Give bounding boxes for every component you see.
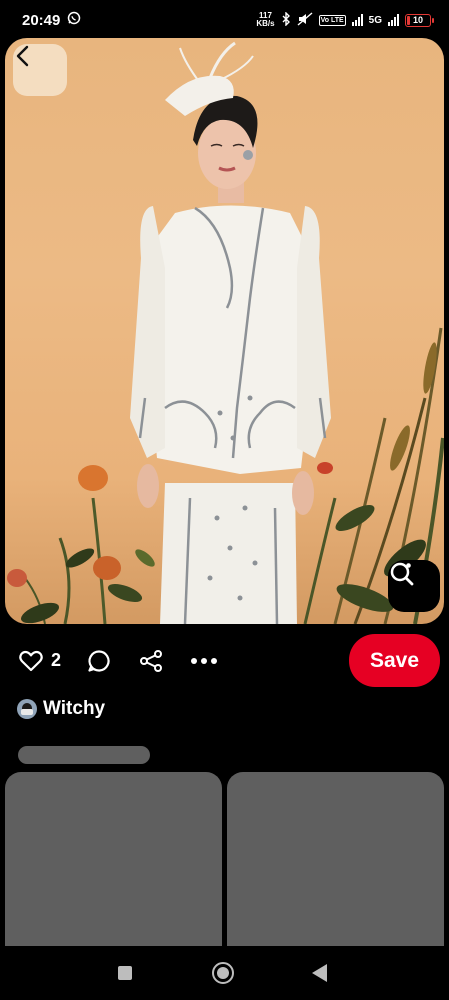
status-time: 20:49 bbox=[22, 11, 61, 29]
creator-link[interactable]: Witchy bbox=[17, 696, 105, 722]
flowers-left bbox=[7, 465, 155, 624]
more-options-button[interactable] bbox=[189, 650, 219, 672]
more-icon bbox=[191, 658, 217, 664]
volte-icon: Vo LTE bbox=[318, 14, 346, 26]
left-sleeve bbox=[130, 206, 165, 458]
loading-placeholder-card-right bbox=[227, 772, 444, 950]
back-arrow-icon bbox=[16, 45, 29, 67]
pin-photo-illustration bbox=[7, 41, 444, 624]
right-sleeve bbox=[297, 206, 331, 458]
status-bar: 20:49 117 KB/s Vo LTE 5G 10 bbox=[0, 0, 449, 40]
signal-icon bbox=[351, 14, 363, 26]
like-count: 2 bbox=[51, 650, 62, 670]
share-icon bbox=[140, 650, 162, 672]
network-type: 5G bbox=[368, 14, 382, 26]
pin-image[interactable] bbox=[5, 38, 444, 624]
silent-icon bbox=[297, 11, 313, 29]
signal-icon-2 bbox=[388, 14, 399, 26]
avatar bbox=[17, 699, 37, 719]
recents-button[interactable] bbox=[118, 966, 132, 980]
like-button[interactable] bbox=[18, 648, 44, 674]
back-button[interactable] bbox=[13, 44, 67, 96]
system-back-button[interactable] bbox=[312, 964, 327, 982]
jacket bbox=[150, 205, 310, 474]
battery-icon: 10 bbox=[405, 13, 434, 27]
home-button[interactable] bbox=[212, 962, 234, 984]
whatsapp-icon bbox=[67, 11, 81, 30]
comment-icon bbox=[88, 650, 110, 672]
loading-placeholder-title bbox=[18, 746, 150, 764]
heart-icon bbox=[19, 650, 43, 672]
visual-search-button[interactable] bbox=[388, 560, 440, 612]
visual-search-icon bbox=[390, 562, 414, 586]
bluetooth-icon bbox=[281, 10, 291, 29]
save-button[interactable]: Save bbox=[349, 634, 440, 687]
loading-placeholder-card-left bbox=[5, 772, 222, 950]
home-icon bbox=[217, 967, 229, 979]
network-speed: 117 KB/s bbox=[256, 11, 275, 28]
share-button[interactable] bbox=[138, 648, 164, 674]
comment-button[interactable] bbox=[86, 648, 112, 674]
creator-name: Witchy bbox=[43, 698, 106, 719]
